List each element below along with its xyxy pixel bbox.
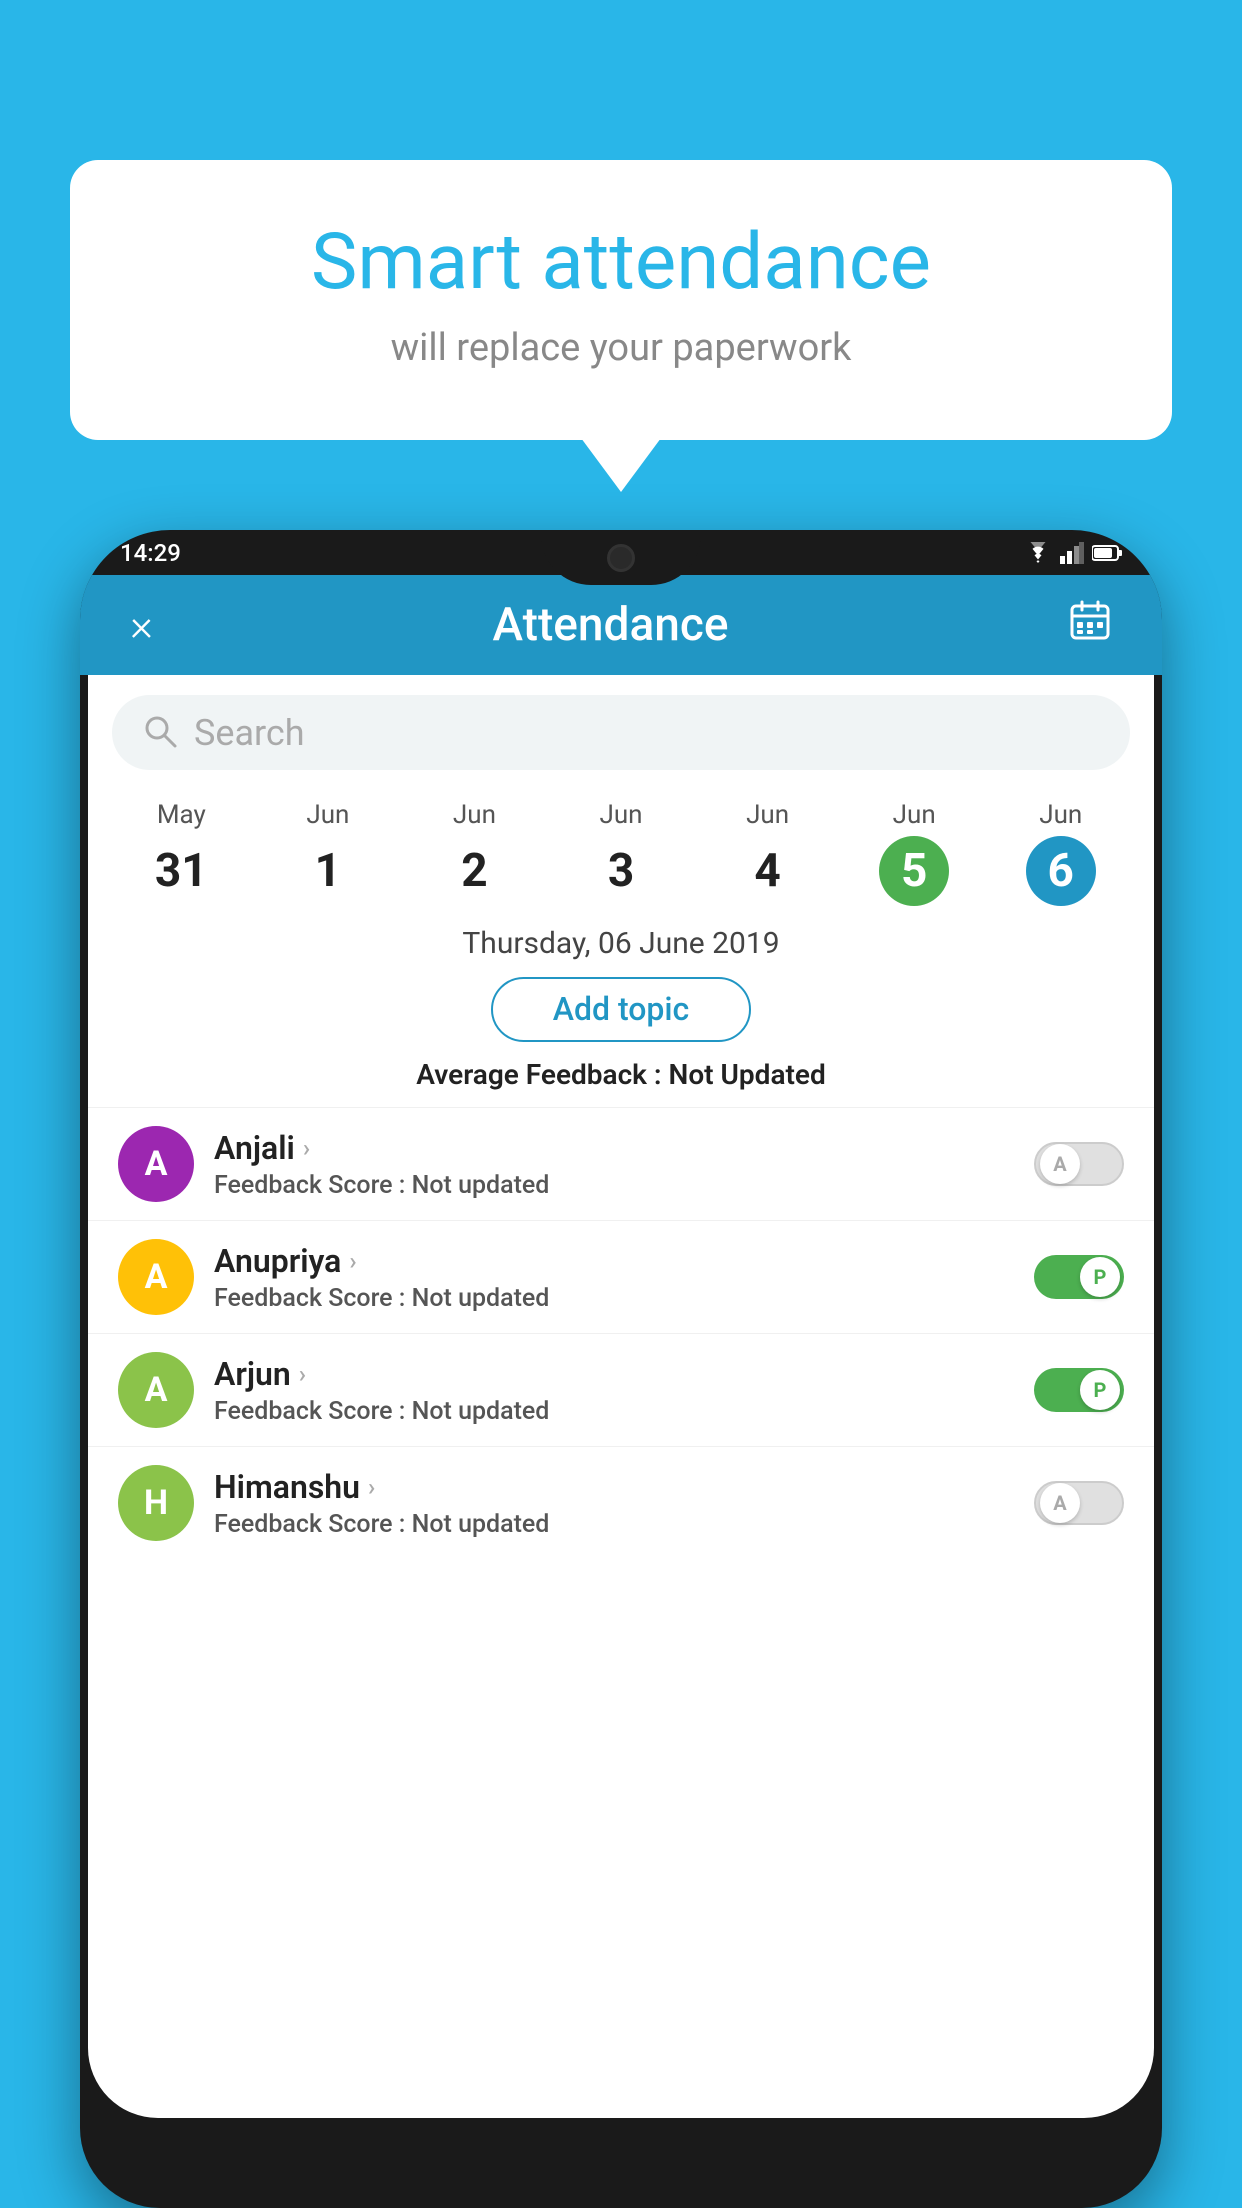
search-bar[interactable]: Search: [112, 695, 1130, 770]
phone-notch: [541, 530, 701, 585]
camera: [607, 544, 635, 572]
chevron-icon: ›: [368, 1473, 375, 1501]
date-strip: May 31 Jun 1 Jun 2 Jun 3 Jun 4 Jun 5: [88, 780, 1154, 916]
speech-bubble: Smart attendance will replace your paper…: [70, 160, 1172, 440]
student-row-arjun[interactable]: A Arjun › Feedback Score : Not updated P: [88, 1333, 1154, 1446]
student-row-himanshu[interactable]: H Himanshu › Feedback Score : Not update…: [88, 1446, 1154, 1559]
battery-icon: [1092, 544, 1122, 562]
status-icons: [1024, 542, 1122, 564]
search-placeholder: Search: [194, 712, 305, 754]
avatar-anjali: A: [118, 1126, 194, 1202]
toggle-anjali[interactable]: A: [1034, 1142, 1124, 1186]
student-row-anjali[interactable]: A Anjali › Feedback Score : Not updated …: [88, 1107, 1154, 1220]
status-time: 14:29: [120, 539, 181, 567]
date-col-3[interactable]: Jun 3: [548, 800, 695, 906]
phone-content: Search May 31 Jun 1 Jun 2 Jun 3 Jun: [88, 675, 1154, 2118]
add-topic-button[interactable]: Add topic: [491, 977, 751, 1042]
page-title: Attendance: [493, 598, 729, 652]
student-row-anupriya[interactable]: A Anupriya › Feedback Score : Not update…: [88, 1220, 1154, 1333]
bubble-title: Smart attendance: [150, 220, 1092, 306]
search-icon: [142, 713, 178, 753]
toggle-arjun[interactable]: P: [1034, 1368, 1124, 1412]
avg-feedback-value: Not Updated: [669, 1058, 826, 1091]
wifi-icon: [1024, 542, 1052, 564]
selected-date: Thursday, 06 June 2019: [88, 926, 1154, 961]
avg-feedback: Average Feedback : Not Updated: [88, 1058, 1154, 1091]
speech-bubble-container: Smart attendance will replace your paper…: [70, 160, 1172, 440]
date-col-0[interactable]: May 31: [108, 800, 255, 906]
chevron-icon: ›: [349, 1247, 356, 1275]
date-col-2[interactable]: Jun 2: [401, 800, 548, 906]
avatar-arjun: A: [118, 1352, 194, 1428]
toggle-himanshu[interactable]: A: [1034, 1481, 1124, 1525]
calendar-icon[interactable]: [1068, 598, 1112, 653]
chevron-icon: ›: [299, 1360, 306, 1388]
signal-icon: [1060, 542, 1084, 564]
toggle-anupriya[interactable]: P: [1034, 1255, 1124, 1299]
bubble-subtitle: will replace your paperwork: [150, 326, 1092, 370]
avatar-anupriya: A: [118, 1239, 194, 1315]
avatar-himanshu: H: [118, 1465, 194, 1541]
date-col-5[interactable]: Jun 5: [841, 800, 988, 906]
date-col-6[interactable]: Jun 6: [987, 800, 1134, 906]
app-header: × Attendance: [80, 575, 1162, 675]
date-col-4[interactable]: Jun 4: [694, 800, 841, 906]
date-col-1[interactable]: Jun 1: [255, 800, 402, 906]
close-button[interactable]: ×: [130, 599, 153, 651]
student-info-anupriya: Anupriya › Feedback Score : Not updated: [214, 1242, 1014, 1313]
student-info-anjali: Anjali › Feedback Score : Not updated: [214, 1129, 1014, 1200]
student-info-arjun: Arjun › Feedback Score : Not updated: [214, 1355, 1014, 1426]
phone-frame: 14:29 × At: [80, 530, 1162, 2208]
student-info-himanshu: Himanshu › Feedback Score : Not updated: [214, 1468, 1014, 1539]
chevron-icon: ›: [303, 1134, 310, 1162]
